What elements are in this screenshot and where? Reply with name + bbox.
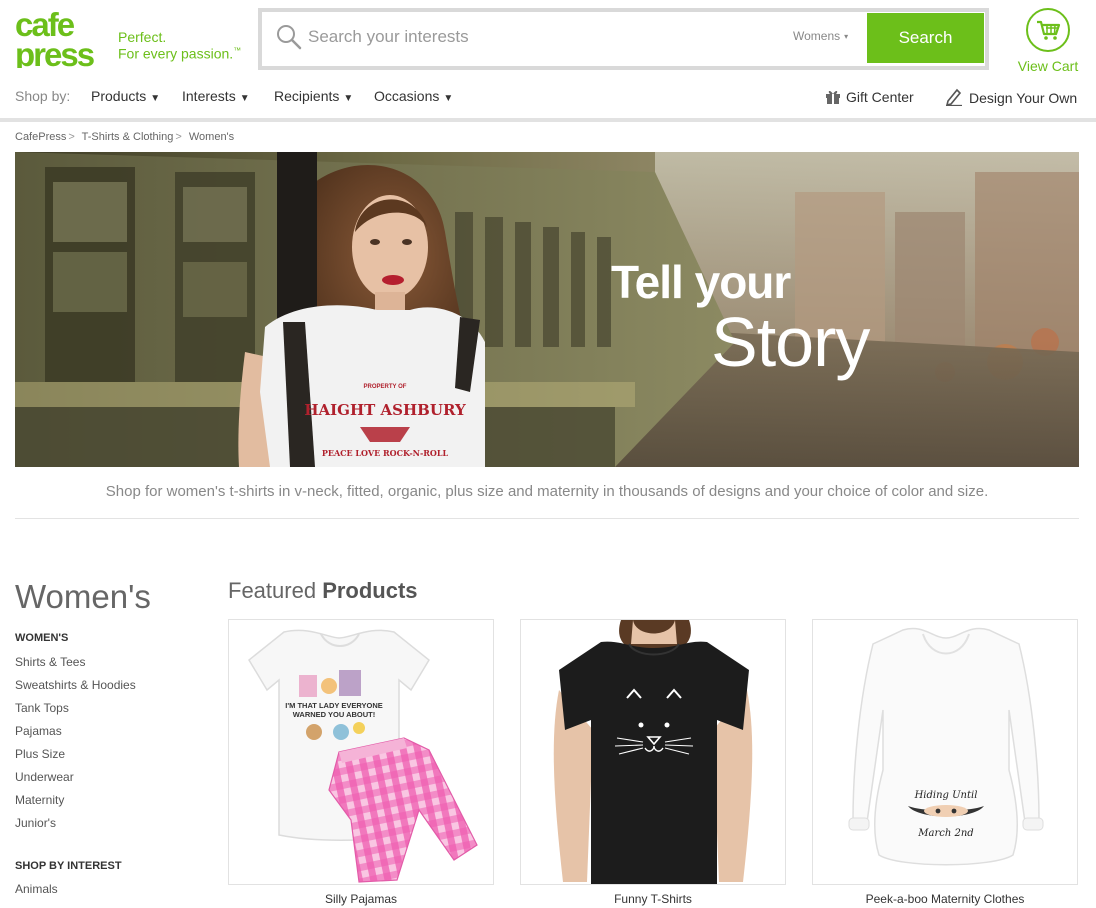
caret-down-icon: ▼ bbox=[150, 93, 161, 104]
sidebar-link-sweatshirts-hoodies[interactable]: Sweatshirts & Hoodies bbox=[15, 678, 136, 692]
breadcrumb-separator: > bbox=[175, 131, 182, 143]
search-bar: Womens▾ Search bbox=[258, 8, 989, 70]
hero-banner[interactable]: PROPERTY OF HAIGHT ASHBURY PEACE LOVE RO… bbox=[15, 152, 1079, 467]
sidebar-link-pajamas[interactable]: Pajamas bbox=[15, 724, 62, 738]
gift-icon bbox=[826, 90, 840, 104]
featured-products-heading: Featured Products bbox=[228, 578, 418, 604]
search-scope-select[interactable]: Womens ▾ bbox=[793, 29, 848, 43]
sidebar-heading-womens[interactable]: WOMEN'S bbox=[15, 632, 68, 644]
product-label[interactable]: Silly Pajamas bbox=[228, 892, 494, 906]
view-cart-link[interactable]: View Cart bbox=[1016, 8, 1080, 74]
product-card-funny-t-shirts[interactable] bbox=[520, 619, 786, 885]
sidebar-link-shirts-tees[interactable]: Shirts & Tees bbox=[15, 655, 85, 669]
shirt-print-line1: PROPERTY OF bbox=[364, 384, 407, 390]
breadcrumb-link[interactable]: T-Shirts & Clothing bbox=[82, 131, 174, 143]
maternity-print-line1: Hiding Until bbox=[914, 790, 978, 801]
product-image-cat-shirt bbox=[553, 620, 753, 884]
nav-item-recipients[interactable]: Recipients ▼ bbox=[274, 88, 353, 104]
hero-headline-line2: Story bbox=[711, 303, 870, 381]
pajamas-print-line2: WARNED YOU ABOUT! bbox=[293, 710, 376, 719]
nav-item-label: Occasions bbox=[374, 88, 440, 104]
product-image-pajamas: I'M THAT LADY EVERYONE WARNED YOU ABOUT! bbox=[248, 629, 478, 883]
sidebar-link-juniors[interactable]: Junior's bbox=[15, 816, 56, 830]
tagline-line1: Perfect. bbox=[118, 29, 167, 45]
product-label[interactable]: Funny T-Shirts bbox=[520, 892, 786, 906]
search-button[interactable]: Search bbox=[867, 13, 984, 63]
search-input[interactable] bbox=[308, 22, 768, 52]
tagline-line2: For every passion. bbox=[118, 45, 234, 62]
caret-down-icon: ▼ bbox=[239, 93, 250, 104]
cafepress-logo[interactable]: cafe press Perfect. For every passion.™ bbox=[15, 10, 255, 70]
breadcrumb-separator: > bbox=[68, 131, 75, 143]
maternity-print-line2: March 2nd bbox=[917, 828, 973, 839]
gift-center-link[interactable]: Gift Center bbox=[825, 88, 914, 105]
trademark: ™ bbox=[233, 46, 242, 55]
caret-down-icon: ▼ bbox=[343, 93, 354, 104]
breadcrumb-current[interactable]: Women's bbox=[189, 131, 234, 143]
product-image-maternity-shirt: Hiding Until March 2nd bbox=[848, 627, 1044, 866]
pajamas-print-line1: I'M THAT LADY EVERYONE bbox=[285, 701, 383, 710]
nav-item-occasions[interactable]: Occasions ▼ bbox=[374, 88, 453, 104]
breadcrumb: CafePress > T-Shirts & Clothing > Women's bbox=[15, 131, 234, 143]
product-label[interactable]: Peek-a-boo Maternity Clothes bbox=[812, 892, 1078, 906]
search-scope-label: Womens bbox=[793, 29, 841, 43]
caret-down-icon: ▼ bbox=[443, 93, 454, 104]
search-icon bbox=[277, 25, 302, 50]
section-divider bbox=[15, 518, 1079, 519]
chevron-down-icon: ▾ bbox=[844, 32, 849, 41]
sidebar-link-tank-tops[interactable]: Tank Tops bbox=[15, 701, 69, 715]
nav-divider bbox=[0, 118, 1096, 122]
view-cart-label: View Cart bbox=[1017, 58, 1079, 74]
design-your-own-link[interactable]: Design Your Own bbox=[945, 88, 1078, 107]
gift-center-label: Gift Center bbox=[846, 89, 914, 105]
product-card-peek-a-boo-maternity[interactable]: Hiding Until March 2nd bbox=[812, 619, 1078, 885]
featured-title-bold: Products bbox=[322, 578, 418, 603]
nav-item-label: Interests bbox=[182, 88, 236, 104]
pencil-icon bbox=[945, 88, 962, 107]
category-description: Shop for women's t-shirts in v-neck, fit… bbox=[105, 483, 989, 500]
breadcrumb-link[interactable]: CafePress bbox=[15, 131, 66, 143]
logo-line2: press bbox=[15, 36, 94, 68]
sidebar-heading-shop-by-interest: SHOP BY INTEREST bbox=[15, 860, 122, 872]
logo-tagline: Perfect. For every passion.™ bbox=[118, 30, 241, 61]
sidebar-link-maternity[interactable]: Maternity bbox=[15, 793, 64, 807]
main-nav: Shop by: Products ▼ Interests ▼ Recipients… bbox=[0, 80, 1096, 118]
featured-title-light: Featured bbox=[228, 578, 317, 603]
shirt-print-line3: PEACE LOVE ROCK-N-ROLL bbox=[322, 448, 449, 458]
sidebar-link-underwear[interactable]: Underwear bbox=[15, 770, 74, 784]
design-your-own-label: Design Your Own bbox=[969, 90, 1078, 106]
shirt-print-line2: HAIGHT ASHBURY bbox=[304, 401, 466, 419]
product-card-silly-pajamas[interactable]: I'M THAT LADY EVERYONE WARNED YOU ABOUT! bbox=[228, 619, 494, 885]
nav-item-label: Products bbox=[91, 88, 147, 104]
hero-image: PROPERTY OF HAIGHT ASHBURY PEACE LOVE RO… bbox=[15, 152, 1079, 467]
hero-headline-line1: Tell your bbox=[611, 256, 791, 308]
sidebar-link-plus-size[interactable]: Plus Size bbox=[15, 747, 65, 761]
nav-item-interests[interactable]: Interests ▼ bbox=[182, 88, 250, 104]
shop-by-label: Shop by: bbox=[15, 88, 71, 104]
nav-item-products[interactable]: Products ▼ bbox=[91, 88, 160, 104]
nav-item-label: Recipients bbox=[274, 88, 340, 104]
cart-icon bbox=[1026, 8, 1070, 52]
logo-wordmark: cafe press bbox=[15, 10, 96, 68]
sidebar-link-animals[interactable]: Animals bbox=[15, 882, 58, 896]
sidebar-title: Women's bbox=[15, 578, 151, 615]
